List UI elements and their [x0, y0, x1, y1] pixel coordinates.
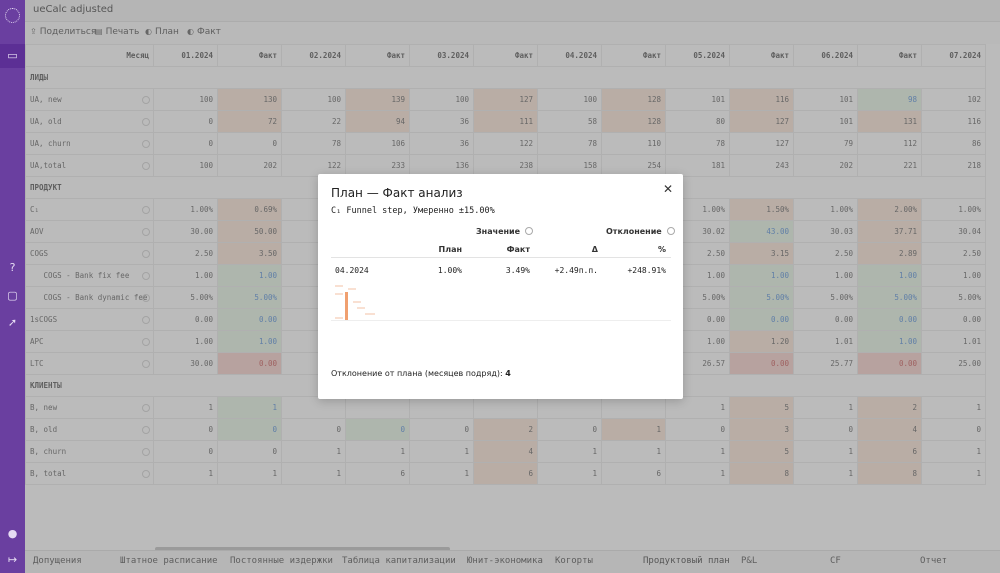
row-month: 04.2024 [335, 266, 369, 275]
app-logo-icon[interactable] [5, 8, 20, 23]
deviation-group-label: Отклонение [606, 227, 662, 236]
modal-subtitle: C₁ Funnel step, Умеренно ±15.00% [331, 206, 495, 216]
info-icon[interactable] [666, 227, 675, 235]
row-fact: 3.49% [505, 266, 530, 275]
row-pct: +248.91% [627, 266, 666, 275]
col-pct-header: % [657, 245, 666, 254]
sparkline-chart [335, 285, 375, 320]
sparkline-baseline [331, 320, 671, 321]
deviation-streak-label: Отклонение от плана (месяцев подряд): [331, 369, 503, 378]
info-icon[interactable] [525, 227, 534, 235]
modal-title: План — Факт анализ [331, 186, 463, 200]
rocket-icon[interactable]: ➚ [6, 316, 19, 329]
folder-icon[interactable]: ▭ [6, 49, 19, 62]
row-delta: +2.49п.п. [554, 266, 598, 275]
value-group-header: Значение [476, 227, 534, 236]
header-divider [331, 257, 671, 258]
sidebar: ▭ ? ▢ ➚ ● ↦ [0, 0, 25, 573]
col-plan-header: План [438, 245, 462, 254]
col-fact-header: Факт [506, 245, 530, 254]
user-icon[interactable]: ● [6, 527, 19, 540]
deviation-streak: Отклонение от плана (месяцев подряд): 4 [331, 369, 511, 378]
spark-bar [345, 292, 348, 320]
close-icon[interactable]: ✕ [663, 182, 673, 196]
plan-fact-modal: План — Факт анализ ✕ C₁ Funnel step, Уме… [318, 174, 683, 399]
help-icon[interactable]: ? [6, 261, 19, 274]
deviation-group-header: Отклонение [606, 227, 675, 236]
chat-icon[interactable]: ▢ [6, 289, 19, 302]
value-group-label: Значение [476, 227, 521, 236]
deviation-streak-value: 4 [505, 369, 511, 378]
col-delta-header: Δ [591, 245, 598, 254]
row-plan: 1.00% [437, 266, 462, 275]
logout-icon[interactable]: ↦ [6, 553, 19, 566]
